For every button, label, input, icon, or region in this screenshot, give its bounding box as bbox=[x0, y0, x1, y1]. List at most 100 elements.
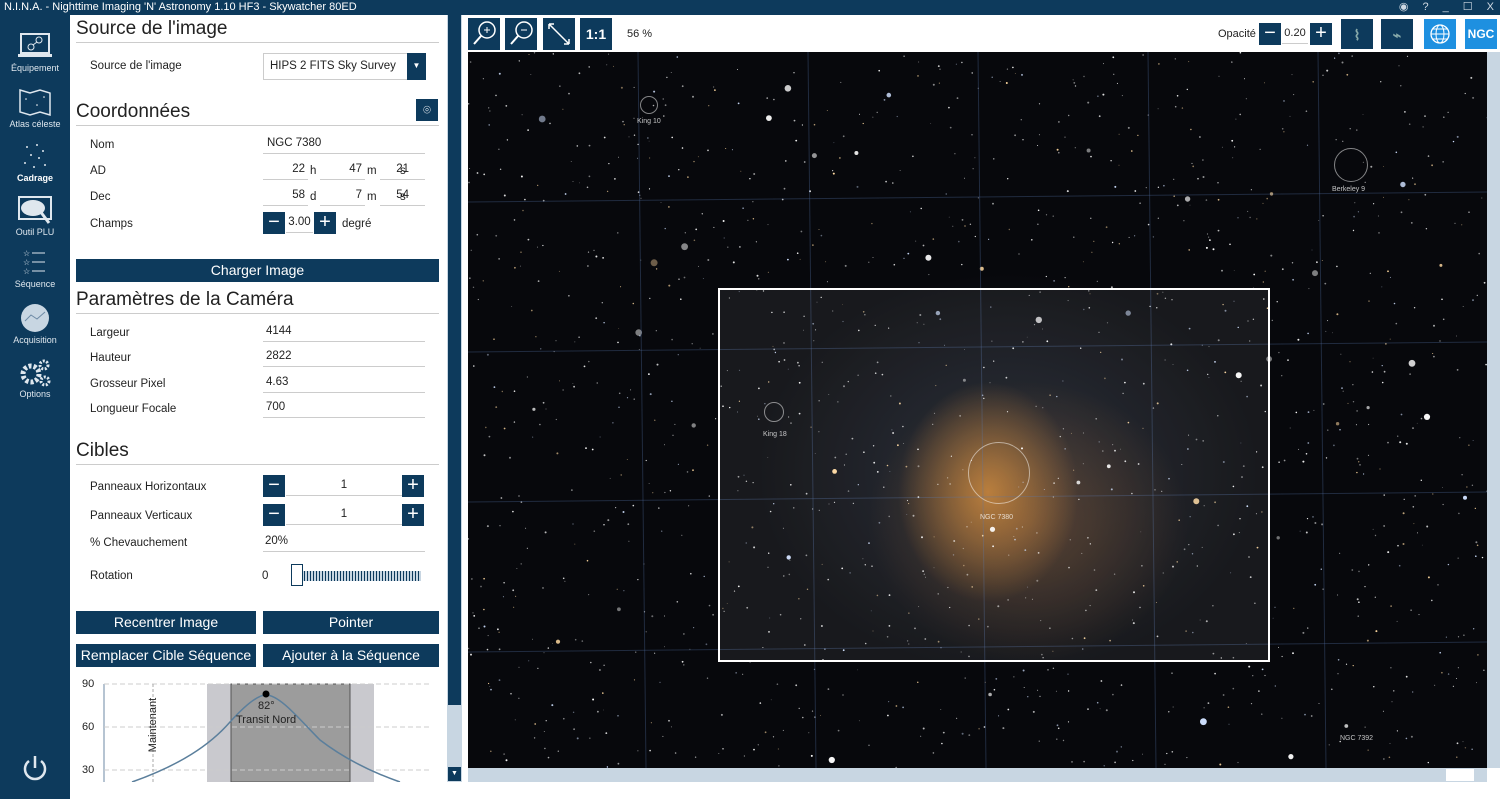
close-button[interactable]: X bbox=[1487, 0, 1494, 15]
sky-image[interactable]: King 10 Berkeley 9 King 18 NGC 7380 NGC … bbox=[468, 52, 1487, 768]
dso-marker[interactable] bbox=[640, 96, 658, 114]
image-source-select[interactable]: HIPS 2 FITS Sky Survey ▼ bbox=[263, 53, 426, 80]
opacity-field[interactable]: 0.20 bbox=[1282, 25, 1308, 44]
power-icon[interactable] bbox=[20, 753, 50, 783]
pixel-size-label: Grosseur Pixel bbox=[90, 378, 166, 390]
help-icon[interactable]: ? bbox=[1423, 0, 1429, 15]
star bbox=[1427, 761, 1429, 764]
star bbox=[1312, 516, 1314, 518]
star bbox=[1105, 709, 1108, 712]
h-panels-field[interactable]: 1 bbox=[286, 477, 402, 496]
height-field[interactable]: 2822 bbox=[263, 348, 425, 367]
sidebar-item-equipment[interactable]: Équipement bbox=[0, 31, 70, 73]
replace-sequence-target-button[interactable]: Remplacer Cible Séquence bbox=[76, 644, 256, 667]
star bbox=[1476, 544, 1479, 547]
star bbox=[971, 72, 973, 74]
constellation-boundaries-toggle[interactable]: ⌇ bbox=[1341, 19, 1373, 49]
eye-icon[interactable]: ◉ bbox=[1399, 0, 1409, 15]
fov-decrease-button[interactable]: − bbox=[263, 212, 285, 234]
star bbox=[783, 187, 786, 190]
scrollbar-thumb[interactable] bbox=[1446, 769, 1474, 781]
maximize-button[interactable]: ☐ bbox=[1463, 0, 1473, 15]
star bbox=[773, 98, 775, 101]
star bbox=[735, 672, 737, 674]
star bbox=[1377, 215, 1379, 217]
load-image-button[interactable]: Charger Image bbox=[76, 259, 439, 282]
h-panels-decrease-button[interactable]: − bbox=[263, 475, 285, 497]
panel-scrollbar[interactable]: ▼ bbox=[447, 15, 462, 782]
star bbox=[1066, 190, 1069, 193]
h-panels-increase-button[interactable]: + bbox=[402, 475, 424, 497]
star bbox=[544, 747, 546, 750]
fov-increase-button[interactable]: + bbox=[314, 212, 336, 234]
star bbox=[1183, 220, 1185, 222]
zoom-out-button[interactable] bbox=[505, 18, 537, 50]
add-to-sequence-button[interactable]: Ajouter à la Séquence bbox=[263, 644, 439, 667]
star bbox=[537, 667, 539, 670]
sidebar-item-flat-wizard[interactable]: Outil PLU bbox=[0, 195, 70, 237]
ra-minutes-field[interactable]: 47 bbox=[320, 161, 365, 180]
star bbox=[562, 389, 564, 391]
zoom-in-button[interactable] bbox=[468, 18, 500, 50]
star bbox=[1008, 228, 1010, 231]
dso-marker[interactable] bbox=[1334, 148, 1368, 182]
slew-button[interactable]: Pointer bbox=[263, 611, 439, 634]
opacity-decrease-button[interactable]: − bbox=[1259, 23, 1281, 45]
v-panels-increase-button[interactable]: + bbox=[402, 504, 424, 526]
sidebar-item-framing[interactable]: Cadrage bbox=[0, 141, 70, 183]
sidebar-item-imaging[interactable]: Acquisition bbox=[0, 303, 70, 345]
star bbox=[1056, 738, 1058, 740]
star bbox=[1281, 375, 1283, 377]
scroll-down-icon[interactable]: ▼ bbox=[448, 767, 461, 781]
star bbox=[1349, 361, 1351, 363]
v-panels-field[interactable]: 1 bbox=[286, 506, 402, 525]
star bbox=[820, 234, 823, 237]
grid-toggle[interactable] bbox=[1424, 19, 1456, 49]
star bbox=[645, 459, 647, 462]
dso-marker[interactable] bbox=[968, 442, 1030, 504]
star bbox=[1457, 667, 1459, 669]
chevron-down-icon[interactable]: ▼ bbox=[407, 53, 426, 80]
star bbox=[1281, 717, 1283, 719]
width-field[interactable]: 4144 bbox=[263, 323, 425, 342]
star bbox=[509, 456, 511, 459]
recenter-image-button[interactable]: Recentrer Image bbox=[76, 611, 256, 634]
star bbox=[903, 257, 905, 259]
star bbox=[720, 713, 723, 716]
scrollbar-thumb[interactable] bbox=[448, 15, 461, 705]
sequence-icon: ☆☆☆ bbox=[23, 249, 45, 276]
star bbox=[1420, 479, 1422, 481]
sidebar-item-options[interactable]: Options bbox=[0, 357, 70, 399]
sidebar-label: Acquisition bbox=[13, 335, 57, 345]
dec-degrees-field[interactable]: 58 bbox=[263, 187, 308, 206]
dso-marker[interactable] bbox=[764, 402, 784, 422]
horizontal-scrollbar[interactable] bbox=[468, 768, 1487, 782]
target-name-field[interactable]: NGC 7380 bbox=[263, 135, 425, 154]
star bbox=[1120, 684, 1123, 686]
location-pin-icon[interactable]: ⌾ bbox=[416, 99, 438, 121]
focal-length-field[interactable]: 700 bbox=[263, 399, 425, 418]
minimize-button[interactable]: _ bbox=[1443, 0, 1449, 15]
star bbox=[539, 423, 541, 426]
star bbox=[1335, 422, 1340, 426]
one-to-one-button[interactable]: 1:1 bbox=[580, 18, 612, 50]
fit-button[interactable] bbox=[543, 18, 575, 50]
overlap-field[interactable]: 20% bbox=[263, 533, 425, 552]
sidebar-item-sky-atlas[interactable]: Atlas céleste bbox=[0, 87, 70, 129]
vertical-scrollbar[interactable] bbox=[1487, 52, 1500, 768]
fov-field[interactable]: 3.00 bbox=[286, 214, 313, 233]
ra-hours-field[interactable]: 22 bbox=[263, 161, 308, 180]
constellation-lines-toggle[interactable]: ⌁ bbox=[1381, 19, 1413, 49]
pixel-size-field[interactable]: 4.63 bbox=[263, 374, 425, 393]
dec-minutes-field[interactable]: 7 bbox=[320, 187, 365, 206]
star bbox=[1402, 512, 1405, 515]
v-panels-decrease-button[interactable]: − bbox=[263, 504, 285, 526]
sidebar-item-sequence[interactable]: ☆ ☆ ☆ Séquence bbox=[0, 247, 70, 289]
star bbox=[1356, 471, 1358, 474]
ngc-toggle[interactable]: NGC bbox=[1465, 19, 1497, 49]
rotation-slider[interactable] bbox=[301, 571, 421, 581]
rotation-slider-thumb[interactable] bbox=[291, 564, 303, 586]
star bbox=[1345, 663, 1348, 665]
star bbox=[540, 348, 542, 350]
opacity-increase-button[interactable]: + bbox=[1310, 23, 1332, 45]
